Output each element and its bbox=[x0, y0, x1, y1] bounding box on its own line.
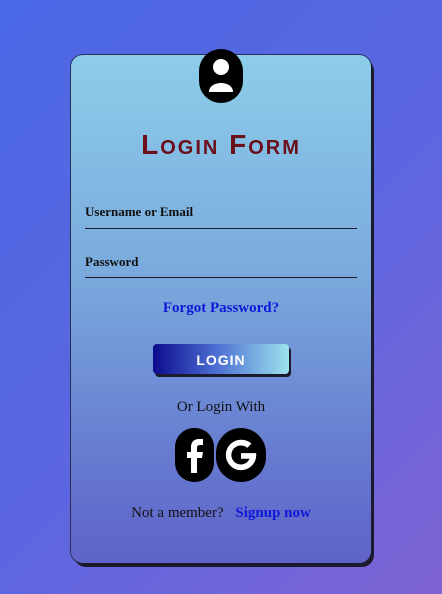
signup-row: Not a member? Signup now bbox=[71, 505, 371, 522]
password-input[interactable] bbox=[85, 252, 357, 272]
facebook-icon bbox=[186, 439, 203, 473]
google-login-button[interactable] bbox=[216, 428, 266, 482]
form-title: Login Form bbox=[141, 129, 301, 160]
user-avatar-icon bbox=[199, 49, 243, 103]
google-icon bbox=[225, 439, 257, 471]
username-field bbox=[85, 200, 357, 229]
or-login-with-label: Or Login With bbox=[176, 399, 266, 415]
facebook-login-button[interactable] bbox=[175, 428, 214, 482]
password-field bbox=[85, 250, 357, 278]
username-input[interactable] bbox=[85, 202, 357, 222]
not-member-label: Not a member? bbox=[131, 505, 224, 521]
login-button[interactable]: LOGIN bbox=[153, 344, 289, 374]
login-card: Login Form Forgot Password? LOGIN Or Log… bbox=[71, 49, 371, 563]
forgot-password-link[interactable]: Forgot Password? bbox=[71, 300, 371, 317]
signup-link[interactable]: Signup now bbox=[235, 505, 310, 521]
